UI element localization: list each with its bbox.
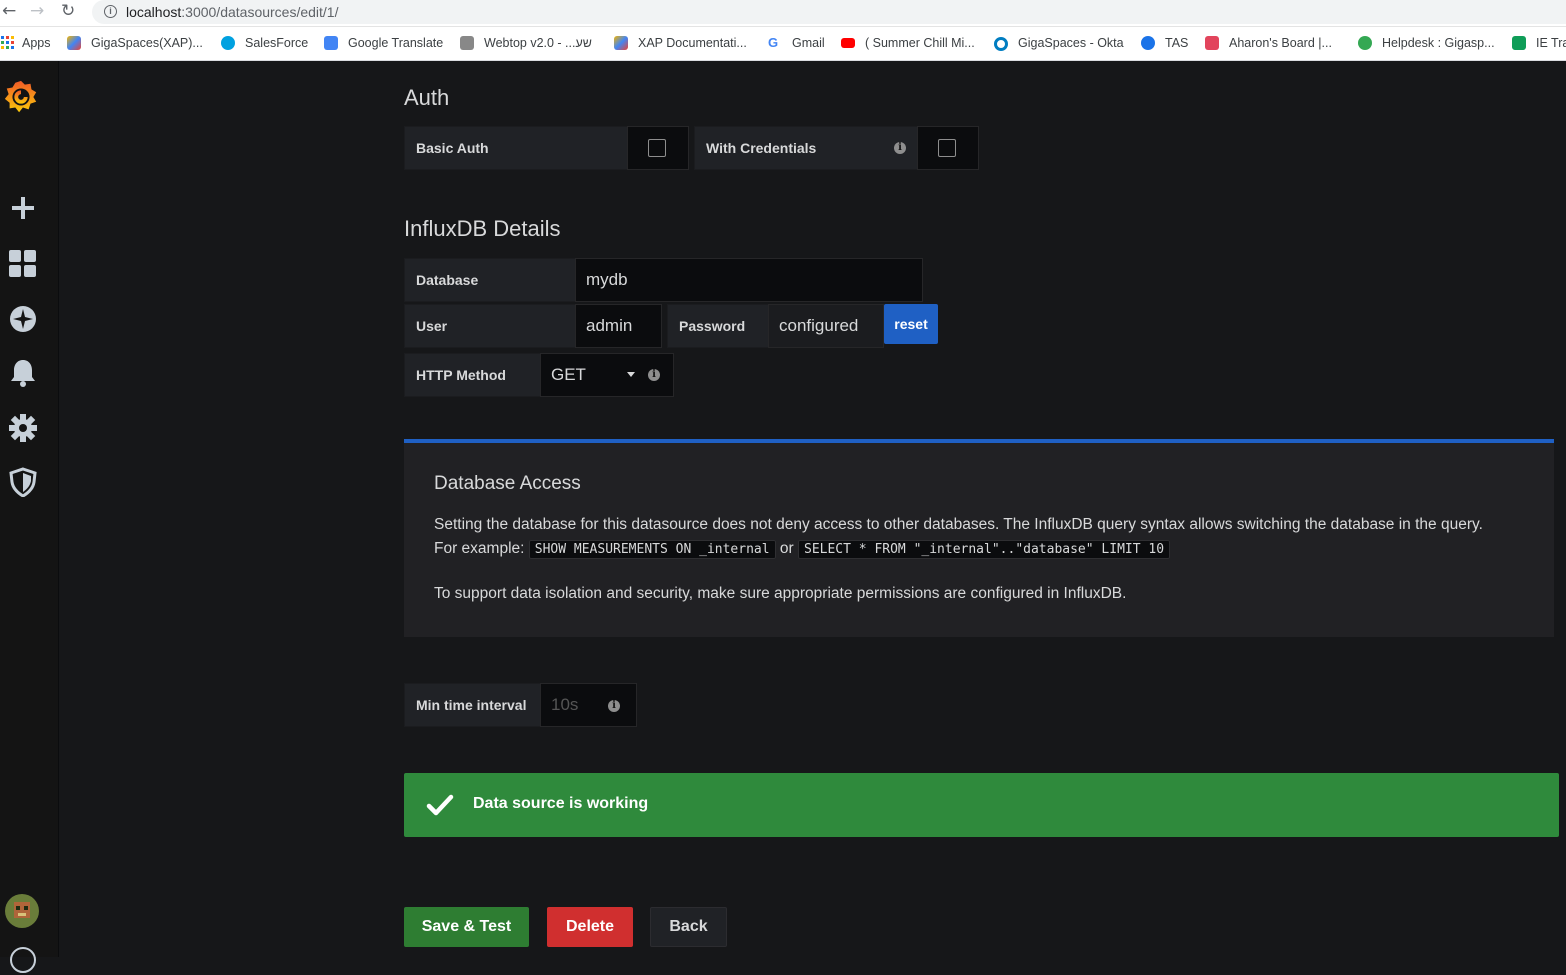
delete-button[interactable]: Delete <box>547 907 633 947</box>
http-method-info-icon[interactable]: i <box>648 369 660 381</box>
with-credentials-label: With Credentials i <box>694 126 918 170</box>
bookmark-gmail[interactable]: Gmail <box>792 36 825 50</box>
bookmark-webtop[interactable]: Webtop v2.0 - ...שע <box>484 36 592 50</box>
password-reset-button[interactable]: reset <box>884 304 938 344</box>
influxdb-details-title: InfluxDB Details <box>404 216 561 241</box>
sheets-icon <box>1512 36 1526 50</box>
password-label: Password <box>667 304 769 348</box>
user-input[interactable]: admin <box>575 304 662 348</box>
save-and-test-button[interactable]: Save & Test <box>404 907 529 947</box>
bookmark-ie-tra[interactable]: IE Tra <box>1536 36 1566 50</box>
select-query-code: SELECT * FROM "_internal".."database" LI… <box>798 540 1171 559</box>
http-method-select[interactable]: GET i <box>540 353 674 397</box>
site-info-icon[interactable]: i <box>104 5 117 18</box>
help-icon[interactable] <box>8 945 38 975</box>
check-icon <box>426 794 454 816</box>
auth-section-title: Auth <box>404 85 450 110</box>
explore-icon[interactable] <box>8 304 38 334</box>
bookmark-apps[interactable]: Apps <box>22 36 51 50</box>
http-method-value: GET <box>551 365 586 384</box>
caret-down-icon[interactable] <box>627 372 635 377</box>
basic-auth-label: Basic Auth <box>404 126 628 170</box>
with-credentials-text: With Credentials <box>706 140 817 156</box>
http-method-label: HTTP Method <box>404 353 541 397</box>
google-g-icon: G <box>768 35 779 50</box>
configuration-gear-icon[interactable] <box>8 413 38 443</box>
with-credentials-switch[interactable] <box>917 126 979 170</box>
database-input[interactable]: mydb <box>575 258 923 302</box>
bookmark-gigaspaces-xap[interactable]: GigaSpaces(XAP)... <box>91 36 203 50</box>
apps-grid-icon[interactable] <box>1 36 15 50</box>
grafana-logo-icon[interactable] <box>2 77 40 117</box>
back-arrow-icon[interactable]: ← <box>2 1 16 21</box>
bookmark-tas[interactable]: TAS <box>1165 36 1188 50</box>
side-menu <box>0 61 59 973</box>
tas-globe-icon <box>1141 36 1155 50</box>
plus-icon[interactable] <box>8 193 38 223</box>
bookmark-xap-documentation[interactable]: XAP Documentati... <box>638 36 747 50</box>
database-label: Database <box>404 258 576 302</box>
okta-icon <box>994 37 1008 51</box>
with-credentials-checkbox[interactable] <box>938 139 956 157</box>
min-time-interval-placeholder: 10s <box>551 695 579 714</box>
helpdesk-icon <box>1358 36 1372 50</box>
user-avatar-icon[interactable] <box>5 894 39 928</box>
show-measurements-code: SHOW MEASUREMENTS ON _internal <box>528 540 776 559</box>
monday-board-icon <box>1205 36 1219 50</box>
min-time-interval-info-icon[interactable]: i <box>608 700 620 712</box>
salesforce-cloud-icon <box>221 36 235 50</box>
datasource-settings-page: Auth Basic Auth With Credentials i Influ… <box>59 61 1566 957</box>
gigaspaces-icon <box>67 36 81 50</box>
url-text[interactable]: localhost:3000/datasources/edit/1/ <box>126 4 339 20</box>
database-access-text: Setting the database for this datasource… <box>434 513 1504 562</box>
datasource-status-alert: Data source is working <box>404 773 1559 837</box>
or-text: or <box>779 540 794 557</box>
database-access-title: Database Access <box>434 473 581 494</box>
google-translate-icon <box>324 36 338 50</box>
min-time-interval-label: Min time interval <box>404 683 541 727</box>
bookmark-aharons-board[interactable]: Aharon's Board |... <box>1229 36 1332 50</box>
address-bar[interactable]: i localhost:3000/datasources/edit/1/ <box>92 0 1566 24</box>
webtop-icon <box>460 36 474 50</box>
alerting-bell-icon[interactable] <box>8 358 38 388</box>
user-label: User <box>404 304 576 348</box>
dashboards-icon[interactable] <box>8 249 38 279</box>
xap-docs-icon <box>614 36 628 50</box>
reload-icon[interactable]: ↻ <box>61 1 75 21</box>
bookmark-summer-chill[interactable]: ( Summer Chill Mi... <box>865 36 975 50</box>
youtube-icon <box>841 38 855 48</box>
with-credentials-info-icon[interactable]: i <box>894 142 906 154</box>
status-message: Data source is working <box>473 795 649 812</box>
bookmark-okta[interactable]: GigaSpaces - Okta <box>1018 36 1124 50</box>
bookmark-salesforce[interactable]: SalesForce <box>245 36 308 50</box>
password-input[interactable]: configured <box>768 304 884 348</box>
database-access-info-box: Database Access Setting the database for… <box>404 439 1554 637</box>
min-time-interval-input[interactable]: 10s i <box>540 683 637 727</box>
data-isolation-note: To support data isolation and security, … <box>434 585 1127 602</box>
forward-arrow-icon[interactable]: → <box>30 1 44 21</box>
bookmark-helpdesk[interactable]: Helpdesk : Gigasp... <box>1382 36 1495 50</box>
back-button[interactable]: Back <box>650 907 727 947</box>
server-admin-shield-icon[interactable] <box>8 467 38 497</box>
basic-auth-checkbox[interactable] <box>648 139 666 157</box>
bookmarks-bar: Apps GigaSpaces(XAP)... SalesForce Googl… <box>0 27 1566 61</box>
browser-toolbar: ← → ↻ i localhost:3000/datasources/edit/… <box>0 0 1566 27</box>
bookmark-google-translate[interactable]: Google Translate <box>348 36 443 50</box>
basic-auth-switch[interactable] <box>627 126 689 170</box>
